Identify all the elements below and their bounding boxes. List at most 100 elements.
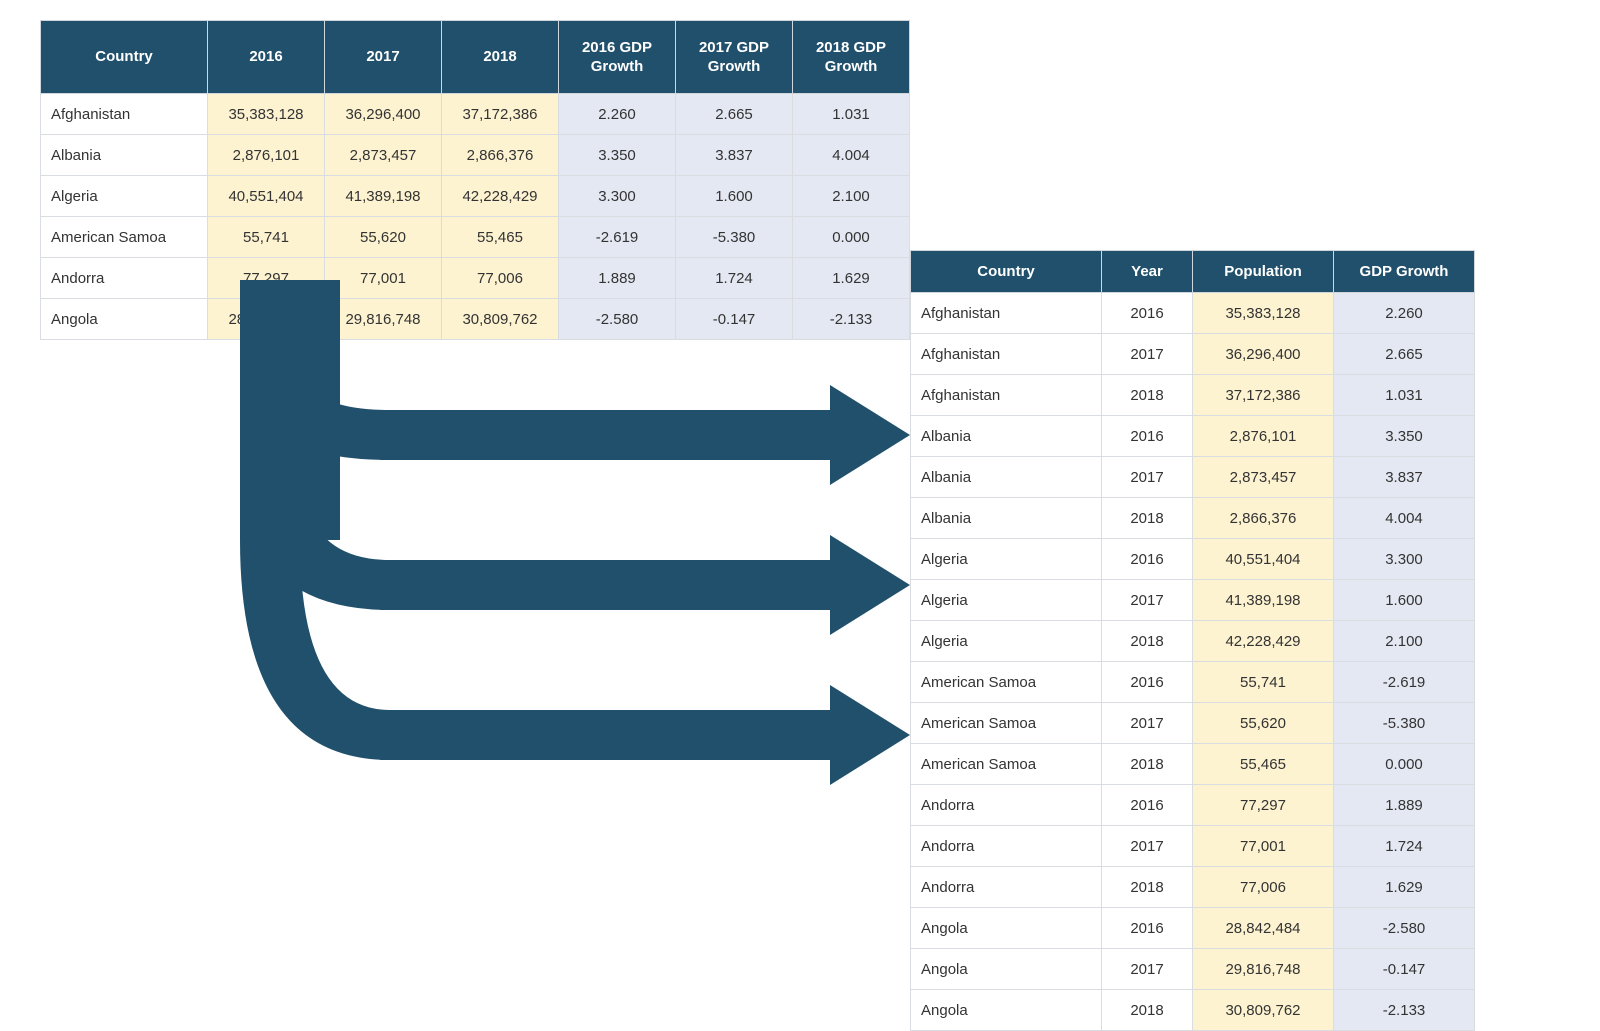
table-row: Andorra201877,0061.629 (911, 867, 1475, 908)
gdp-cell: 2.665 (676, 94, 793, 135)
wide-th-2016gdp: 2016 GDP Growth (559, 21, 676, 94)
gdp-cell: 1.629 (1334, 867, 1475, 908)
country-cell: Algeria (911, 580, 1102, 621)
population-cell: 35,383,128 (1193, 293, 1334, 334)
gdp-cell: -0.147 (676, 299, 793, 340)
gdp-cell: 3.837 (1334, 457, 1475, 498)
wide-th-2017: 2017 (325, 21, 442, 94)
year-cell: 2018 (1102, 867, 1193, 908)
population-cell: 2,866,376 (442, 135, 559, 176)
country-cell: Angola (911, 908, 1102, 949)
table-row: Angola28,842,48429,816,74830,809,762-2.5… (41, 299, 910, 340)
gdp-cell: -2.580 (1334, 908, 1475, 949)
table-row: American Samoa201655,741-2.619 (911, 662, 1475, 703)
country-cell: Angola (41, 299, 208, 340)
gdp-cell: 0.000 (793, 217, 910, 258)
country-cell: American Samoa (911, 744, 1102, 785)
gdp-cell: 3.350 (559, 135, 676, 176)
gdp-cell: 2.665 (1334, 334, 1475, 375)
year-cell: 2018 (1102, 375, 1193, 416)
table-row: Albania20172,873,4573.837 (911, 457, 1475, 498)
population-cell: 2,876,101 (208, 135, 325, 176)
population-cell: 77,006 (1193, 867, 1334, 908)
population-cell: 55,741 (208, 217, 325, 258)
population-cell: 42,228,429 (442, 176, 559, 217)
year-cell: 2017 (1102, 334, 1193, 375)
table-row: American Samoa55,74155,62055,465-2.619-5… (41, 217, 910, 258)
gdp-cell: 2.260 (1334, 293, 1475, 334)
wide-th-country: Country (41, 21, 208, 94)
population-cell: 40,551,404 (1193, 539, 1334, 580)
wide-th-2017gdp: 2017 GDP Growth (676, 21, 793, 94)
population-cell: 2,866,376 (1193, 498, 1334, 539)
gdp-cell: -2.619 (559, 217, 676, 258)
transform-arrows-icon (190, 280, 920, 860)
population-cell: 55,620 (1193, 703, 1334, 744)
year-cell: 2016 (1102, 539, 1193, 580)
gdp-cell: 3.350 (1334, 416, 1475, 457)
year-cell: 2016 (1102, 293, 1193, 334)
population-cell: 77,297 (208, 258, 325, 299)
year-cell: 2017 (1102, 826, 1193, 867)
country-cell: Afghanistan (911, 293, 1102, 334)
country-cell: Albania (911, 498, 1102, 539)
population-cell: 36,296,400 (325, 94, 442, 135)
population-cell: 77,297 (1193, 785, 1334, 826)
long-th-pop: Population (1193, 251, 1334, 293)
table-row: Albania20182,866,3764.004 (911, 498, 1475, 539)
year-cell: 2017 (1102, 703, 1193, 744)
country-cell: Afghanistan (911, 375, 1102, 416)
table-row: American Samoa201855,4650.000 (911, 744, 1475, 785)
wide-format-table: Country 2016 2017 2018 2016 GDP Growth 2… (40, 20, 910, 340)
gdp-cell: 0.000 (1334, 744, 1475, 785)
gdp-cell: 1.031 (1334, 375, 1475, 416)
table-row: Albania2,876,1012,873,4572,866,3763.3503… (41, 135, 910, 176)
gdp-cell: 1.889 (1334, 785, 1475, 826)
year-cell: 2018 (1102, 621, 1193, 662)
population-cell: 41,389,198 (1193, 580, 1334, 621)
table-row: Angola201628,842,484-2.580 (911, 908, 1475, 949)
gdp-cell: -2.619 (1334, 662, 1475, 703)
gdp-cell: -5.380 (1334, 703, 1475, 744)
year-cell: 2018 (1102, 498, 1193, 539)
year-cell: 2018 (1102, 744, 1193, 785)
country-cell: Albania (911, 457, 1102, 498)
gdp-cell: 2.100 (793, 176, 910, 217)
population-cell: 30,809,762 (442, 299, 559, 340)
gdp-cell: 1.889 (559, 258, 676, 299)
gdp-cell: -0.147 (1334, 949, 1475, 990)
country-cell: Afghanistan (911, 334, 1102, 375)
long-th-country: Country (911, 251, 1102, 293)
gdp-cell: 4.004 (1334, 498, 1475, 539)
country-cell: Algeria (911, 621, 1102, 662)
population-cell: 2,873,457 (1193, 457, 1334, 498)
country-cell: Albania (41, 135, 208, 176)
wide-th-2018gdp: 2018 GDP Growth (793, 21, 910, 94)
population-cell: 41,389,198 (325, 176, 442, 217)
gdp-cell: 1.629 (793, 258, 910, 299)
country-cell: Afghanistan (41, 94, 208, 135)
year-cell: 2018 (1102, 990, 1193, 1031)
table-row: Angola201830,809,762-2.133 (911, 990, 1475, 1031)
table-row: Algeria40,551,40441,389,19842,228,4293.3… (41, 176, 910, 217)
country-cell: Albania (911, 416, 1102, 457)
population-cell: 40,551,404 (208, 176, 325, 217)
gdp-cell: 3.300 (559, 176, 676, 217)
country-cell: Algeria (911, 539, 1102, 580)
gdp-cell: 1.031 (793, 94, 910, 135)
year-cell: 2016 (1102, 785, 1193, 826)
table-row: Afghanistan201837,172,3861.031 (911, 375, 1475, 416)
long-th-gdp: GDP Growth (1334, 251, 1475, 293)
country-cell: Andorra (911, 785, 1102, 826)
gdp-cell: 3.300 (1334, 539, 1475, 580)
gdp-cell: 2.100 (1334, 621, 1475, 662)
population-cell: 36,296,400 (1193, 334, 1334, 375)
country-cell: American Samoa (41, 217, 208, 258)
wide-th-2018: 2018 (442, 21, 559, 94)
population-cell: 28,842,484 (208, 299, 325, 340)
table-row: Algeria201741,389,1981.600 (911, 580, 1475, 621)
population-cell: 55,465 (442, 217, 559, 258)
year-cell: 2017 (1102, 580, 1193, 621)
long-format-table: Country Year Population GDP Growth Afgha… (910, 250, 1475, 1031)
table-row: Albania20162,876,1013.350 (911, 416, 1475, 457)
